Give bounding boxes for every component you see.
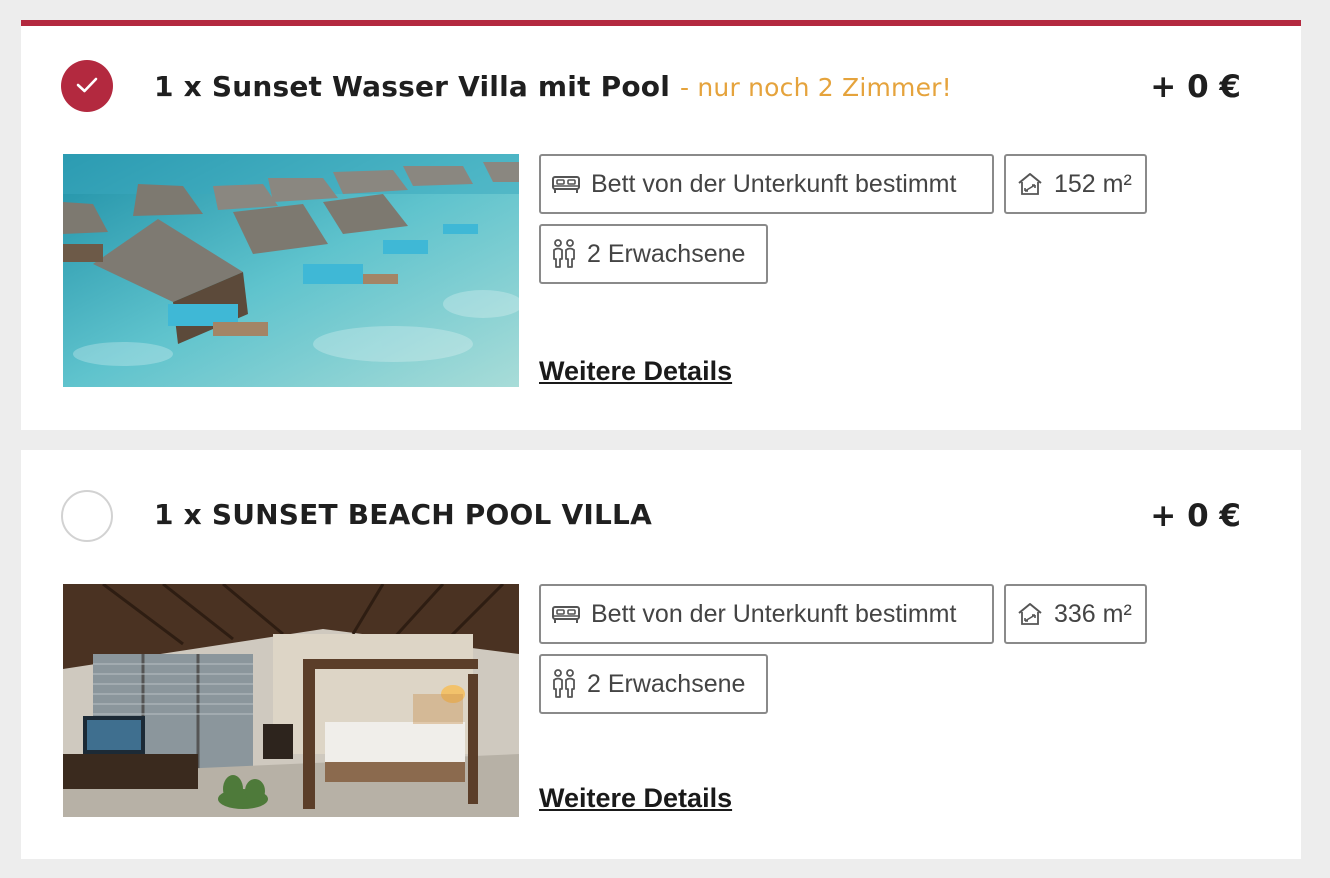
room-price-1: + 0 € [1150, 69, 1241, 105]
bed-label: Bett von der Unterkunft bestimmt [591, 599, 957, 628]
house-area-icon [1016, 601, 1044, 627]
size-info-chip: 152 m² [1004, 154, 1147, 214]
bed-info-chip: Bett von der Unterkunft bestimmt [539, 584, 994, 644]
checkmark-icon [76, 77, 98, 93]
two-persons-icon [551, 669, 577, 699]
room-name: 1 x SUNSET BEACH POOL VILLA [154, 498, 652, 531]
room-select-radio-2[interactable] [61, 490, 113, 542]
house-area-icon [1016, 171, 1044, 197]
room-title-1: 1 x Sunset Wasser Villa mit Pool - nur n… [154, 70, 952, 103]
bed-icon [551, 173, 581, 195]
bed-label: Bett von der Unterkunft bestimmt [591, 169, 957, 198]
room-name: 1 x Sunset Wasser Villa mit Pool [154, 70, 671, 103]
room-card-1[interactable]: 1 x Sunset Wasser Villa mit Pool - nur n… [21, 20, 1301, 430]
room-title-2: 1 x SUNSET BEACH POOL VILLA [154, 498, 652, 531]
more-details-link-1[interactable]: Weitere Details [539, 356, 732, 387]
guests-info-chip: 2 Erwachsene [539, 654, 768, 714]
overwater-villas-photo [63, 154, 519, 387]
size-info-chip: 336 m² [1004, 584, 1147, 644]
size-label: 336 m² [1054, 599, 1132, 628]
villa-bedroom-photo [63, 584, 519, 817]
room-select-radio-1[interactable] [61, 60, 113, 112]
two-persons-icon [551, 239, 577, 269]
room-price-2: + 0 € [1150, 498, 1241, 534]
availability-note: - nur noch 2 Zimmer! [680, 73, 952, 102]
guests-label: 2 Erwachsene [587, 239, 746, 268]
room-card-2[interactable]: 1 x SUNSET BEACH POOL VILLA + 0 € Bett v… [21, 450, 1301, 859]
more-details-link-2[interactable]: Weitere Details [539, 783, 732, 814]
bed-icon [551, 603, 581, 625]
bed-info-chip: Bett von der Unterkunft bestimmt [539, 154, 994, 214]
guests-info-chip: 2 Erwachsene [539, 224, 768, 284]
size-label: 152 m² [1054, 169, 1132, 198]
guests-label: 2 Erwachsene [587, 669, 746, 698]
